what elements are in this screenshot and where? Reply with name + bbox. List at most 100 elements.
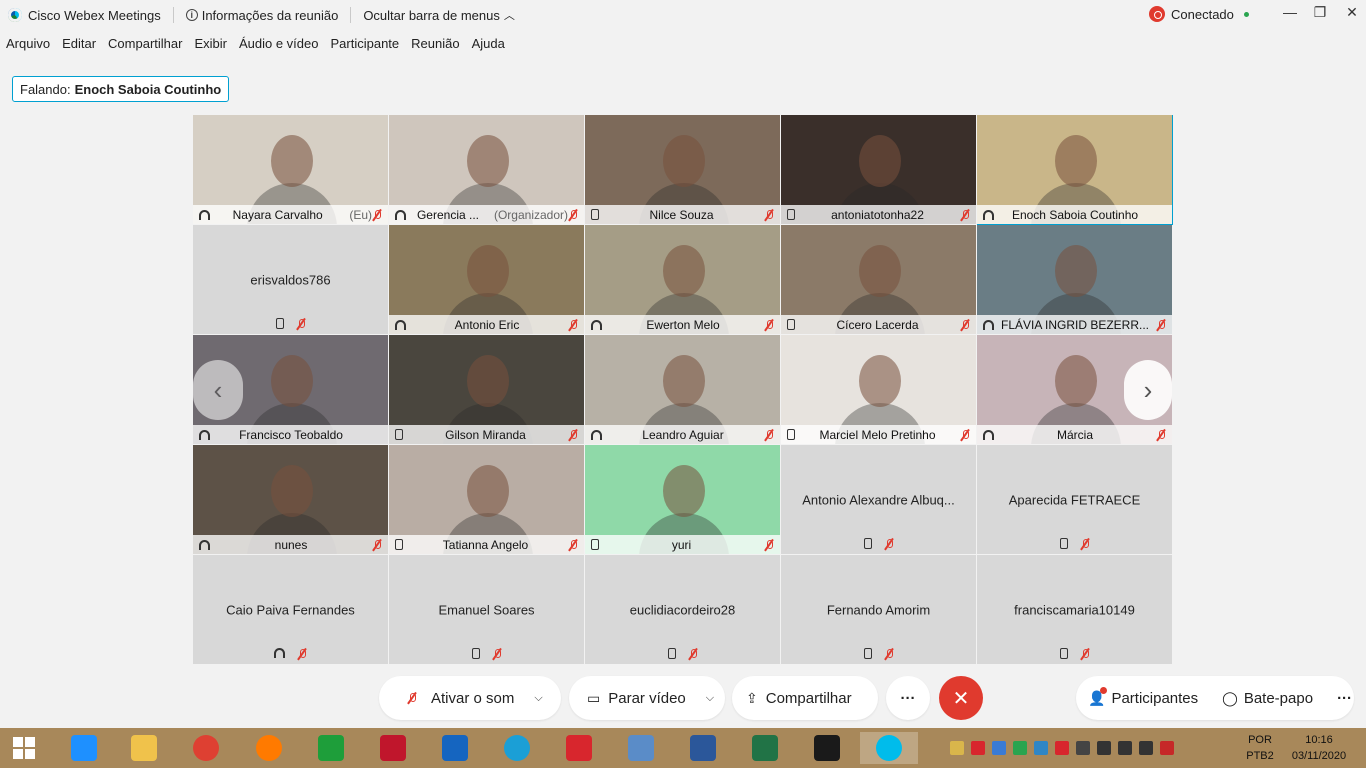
word-icon[interactable]	[674, 732, 732, 764]
chevron-up-icon: ︿	[503, 10, 515, 22]
headset-icon	[983, 319, 994, 330]
share-button[interactable]: ⇪ Compartilhar	[732, 676, 878, 720]
participant-name: euclidiacordeiro28	[629, 602, 736, 617]
participant-tile-ewerton-melo[interactable]: Ewerton Melo	[585, 225, 781, 335]
speaker-name: Enoch Saboia Coutinho	[74, 81, 222, 97]
tray-globe-icon[interactable]	[992, 741, 1006, 755]
shield-app-icon[interactable]	[550, 732, 608, 764]
participant-face	[271, 135, 313, 187]
tray-bee-icon[interactable]	[950, 741, 964, 755]
participant-tile-tatianna-angelo[interactable]: Tatianna Angelo	[389, 445, 585, 555]
tray-battery-icon[interactable]	[1097, 741, 1111, 755]
unmute-button[interactable]: Ativar o som ⌵	[379, 676, 561, 720]
participant-tile-leandro-aguiar[interactable]: Leandro Aguiar	[585, 335, 781, 445]
phone-icon	[863, 648, 872, 659]
webex-icon[interactable]	[860, 732, 918, 764]
tray-check-icon[interactable]	[1013, 741, 1027, 755]
participant-tile-emanuel-soares[interactable]: Emanuel Soares	[389, 555, 585, 665]
participant-tile-euclidiacordeiro28[interactable]: euclidiacordeiro28	[585, 555, 781, 665]
participant-face	[271, 465, 313, 517]
participant-tile-fernando-amorim[interactable]: Fernando Amorim	[781, 555, 977, 665]
internet-explorer-icon[interactable]	[55, 732, 113, 764]
menu-audio-video[interactable]: Áudio e vídeo	[239, 36, 319, 56]
language-indicator[interactable]: POR PTB2	[1240, 732, 1280, 764]
antivirus-icon[interactable]	[364, 732, 422, 764]
muted-mic-icon	[960, 319, 970, 331]
end-meeting-button[interactable]: ✕	[939, 676, 983, 720]
participant-tile-nayara-carvalho[interactable]: Nayara Carvalho (Eu)	[193, 115, 389, 225]
participant-tile-yuri[interactable]: yuri	[585, 445, 781, 555]
phone-icon	[471, 648, 480, 659]
participant-tile-cicero-lacerda[interactable]: Cícero Lacerda	[781, 225, 977, 335]
connection-status[interactable]: Conectado	[1149, 6, 1249, 22]
muted-mic-icon	[764, 539, 774, 551]
divider	[350, 7, 352, 23]
chevron-down-icon[interactable]: ⌵	[706, 692, 714, 705]
share-icon: ⇪	[746, 689, 758, 706]
participant-tile-nilce-souza[interactable]: Nilce Souza	[585, 115, 781, 225]
minimize-button[interactable]: —	[1278, 4, 1302, 24]
tray-speaker-icon[interactable]	[1118, 741, 1132, 755]
participant-tile-marciel-melo-pretinho[interactable]: Marciel Melo Pretinho	[781, 335, 977, 445]
participant-tile-caio-paiva-fernandes[interactable]: Caio Paiva Fernandes	[193, 555, 389, 665]
photos-icon[interactable]	[612, 732, 670, 764]
participant-tile-antonio-eric[interactable]: Antonio Eric	[389, 225, 585, 335]
participant-tile-antonio-alexandre-albuq[interactable]: Antonio Alexandre Albuq...	[781, 445, 977, 555]
participant-tile-aparecida-fetraece[interactable]: Aparecida FETRAECE	[977, 445, 1173, 555]
menu-participante[interactable]: Participante	[331, 36, 400, 56]
menu-reuniao[interactable]: Reunião	[411, 36, 459, 56]
hide-menu-button[interactable]: Ocultar barra de menus ︿	[363, 7, 515, 23]
participant-tile-erisvaldos786[interactable]: erisvaldos786	[193, 225, 389, 335]
clock[interactable]: 10:16 03/11/2020	[1286, 732, 1352, 764]
tray-video-icon[interactable]	[971, 741, 985, 755]
close-button[interactable]: ✕	[1340, 4, 1364, 24]
menu-editar[interactable]: Editar	[62, 36, 96, 56]
tray-volume-icon[interactable]	[1055, 741, 1069, 755]
firefox-icon[interactable]	[240, 732, 298, 764]
participant-tile-franciscamaria10149[interactable]: franciscamaria10149	[977, 555, 1173, 665]
chevron-down-icon[interactable]: ⌵	[534, 692, 542, 705]
participant-name: nunes	[274, 537, 308, 552]
stop-video-button[interactable]: ▭ Parar vídeo ⌵	[569, 676, 725, 720]
participant-label: Márcia	[977, 425, 1172, 444]
headset-icon	[274, 648, 285, 658]
participants-button[interactable]: Participantes	[1111, 690, 1198, 707]
restore-button[interactable]: ❐	[1308, 4, 1332, 24]
defender-icon[interactable]	[426, 732, 484, 764]
overflow-menu-button[interactable]: ···	[1337, 690, 1352, 707]
file-explorer-icon[interactable]	[115, 732, 173, 764]
tray-safe-icon[interactable]	[1034, 741, 1048, 755]
more-options-button[interactable]: ···	[886, 676, 930, 720]
chat-button[interactable]: Bate-papo	[1244, 690, 1313, 707]
muted-mic-icon	[492, 648, 502, 660]
participant-label: Gilson Miranda	[389, 425, 584, 444]
edge-icon[interactable]	[488, 732, 546, 764]
acrobat-icon[interactable]	[798, 732, 856, 764]
chrome-icon[interactable]	[177, 732, 235, 764]
menu-compartilhar[interactable]: Compartilhar	[108, 36, 182, 56]
tray-usb-icon[interactable]	[1076, 741, 1090, 755]
tray-signal-icon[interactable]	[1139, 741, 1153, 755]
windows-taskbar: POR PTB2 10:16 03/11/2020	[0, 728, 1366, 768]
menu-arquivo[interactable]: Arquivo	[6, 36, 50, 56]
participant-tile-gilson-miranda[interactable]: Gilson Miranda	[389, 335, 585, 445]
participant-tile-nunes[interactable]: nunes	[193, 445, 389, 555]
participant-tile-antoniatotonha22[interactable]: antoniatotonha22	[781, 115, 977, 225]
participant-tile-flavia-ingrid-bezerr[interactable]: FLÁVIA INGRID BEZERR...	[977, 225, 1173, 335]
muted-mic-icon	[764, 209, 774, 221]
shield-app-icon-glyph	[566, 735, 592, 761]
meeting-info-button[interactable]: i Informações da reunião	[185, 8, 338, 23]
menu-exibir[interactable]: Exibir	[194, 36, 227, 56]
participant-name: Marciel Melo Pretinho	[819, 427, 936, 442]
previous-page-button[interactable]: ‹	[193, 360, 243, 420]
participant-tile-enoch-saboia-coutinho[interactable]: Enoch Saboia Coutinho	[977, 115, 1173, 225]
tray-network-icon[interactable]	[1160, 741, 1174, 755]
headset-icon	[199, 539, 210, 550]
menu-ajuda[interactable]: Ajuda	[472, 36, 505, 56]
title-bar: Cisco Webex Meetings i Informações da re…	[0, 0, 1366, 30]
start-icon[interactable]	[0, 732, 48, 764]
excel-icon[interactable]	[736, 732, 794, 764]
store-icon[interactable]	[302, 732, 360, 764]
next-page-button[interactable]: ›	[1124, 360, 1172, 420]
participant-tile-gerencia[interactable]: Gerencia ... (Organizador)	[389, 115, 585, 225]
